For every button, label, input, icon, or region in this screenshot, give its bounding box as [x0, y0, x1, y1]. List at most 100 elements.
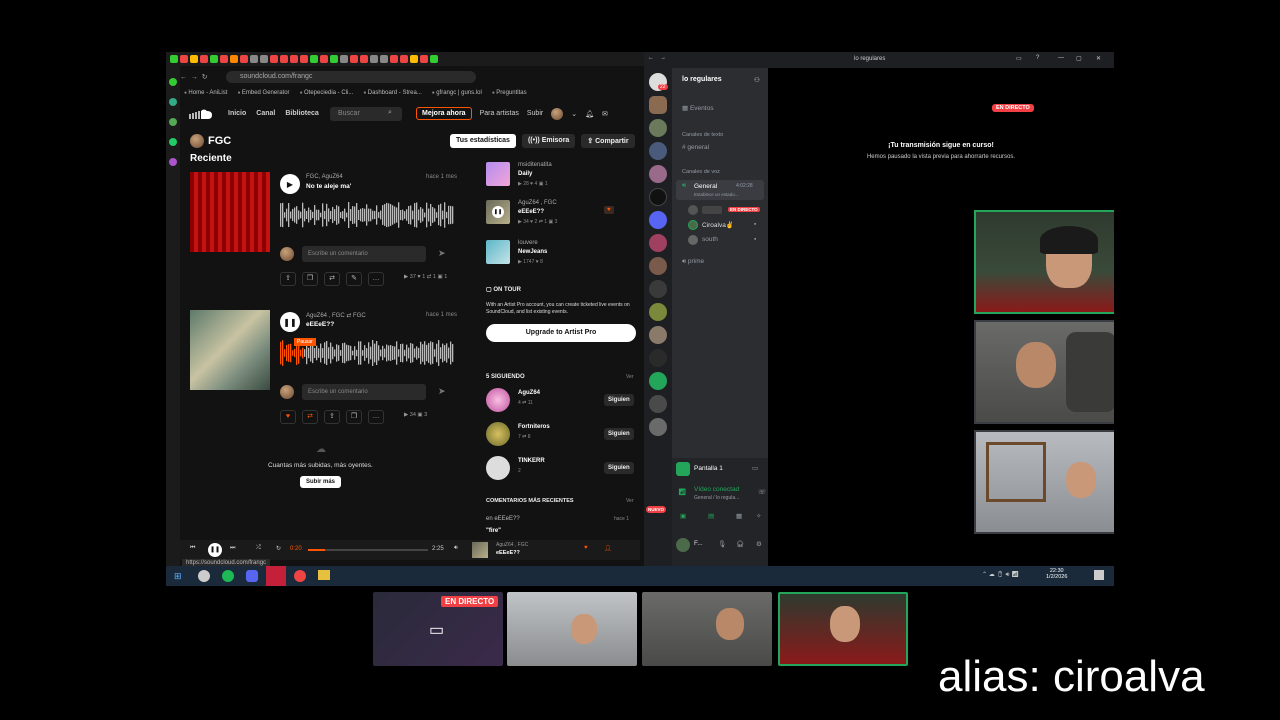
- tab-icon[interactable]: [390, 55, 398, 63]
- instagram-icon[interactable]: [169, 158, 177, 166]
- next-icon[interactable]: ⏭: [230, 545, 235, 552]
- user-initial[interactable]: F...: [694, 540, 703, 547]
- close-icon[interactable]: ✕: [1096, 55, 1101, 62]
- avatar[interactable]: [486, 388, 510, 412]
- tab-icon[interactable]: [250, 55, 258, 63]
- back-icon[interactable]: ←: [648, 55, 654, 61]
- now-playing-art[interactable]: [472, 542, 488, 558]
- server-icon[interactable]: [649, 372, 667, 390]
- windows-start-icon[interactable]: ⊞: [174, 571, 182, 582]
- bell-icon[interactable]: 🔔︎: [585, 110, 594, 118]
- clock[interactable]: 22:30 1/2/2026: [1046, 568, 1067, 580]
- repost-icon[interactable]: ⇄: [324, 272, 340, 286]
- tab-icon[interactable]: [260, 55, 268, 63]
- following-button[interactable]: Siguien: [604, 462, 634, 474]
- member-name[interactable]: Ciroalva✌: [702, 221, 734, 229]
- copy-icon[interactable]: ❐: [302, 272, 318, 286]
- camera-icon[interactable]: ▣: [680, 512, 686, 520]
- app-icon[interactable]: [198, 570, 210, 582]
- tab-icon[interactable]: [280, 55, 288, 63]
- webcam-feed[interactable]: [974, 320, 1114, 424]
- soundboard-icon[interactable]: ✧: [756, 512, 761, 520]
- notifications-icon[interactable]: [1094, 570, 1104, 580]
- nav-home[interactable]: Inicio: [228, 110, 246, 117]
- server-icon[interactable]: [649, 142, 667, 160]
- server-icon[interactable]: [649, 303, 667, 321]
- webcam-feed[interactable]: [974, 430, 1114, 534]
- track-artwork[interactable]: [190, 172, 270, 252]
- bookmark[interactable]: Home - AniList: [184, 90, 227, 96]
- participant-thumbnail-speaking[interactable]: [778, 592, 908, 666]
- liked-track[interactable]: msiditenatita Daily ▶ 28 ♥ 4 ▣ 1: [486, 162, 636, 192]
- following-button[interactable]: Siguien: [604, 394, 634, 406]
- upgrade-now-button[interactable]: Mejora ahora: [416, 107, 472, 120]
- bookmark[interactable]: gfrangc | guns.lol: [432, 90, 482, 96]
- participant-thumbnail[interactable]: [642, 592, 772, 666]
- server-icon[interactable]: [649, 119, 667, 137]
- track-title[interactable]: eEEeE??: [306, 321, 334, 328]
- tab-icon[interactable]: [290, 55, 298, 63]
- bookmark[interactable]: Otepeciedia - Cli...: [300, 90, 353, 96]
- repost-icon[interactable]: ⇄: [302, 410, 318, 424]
- tab-icon[interactable]: [310, 55, 318, 63]
- profile-avatar[interactable]: [190, 134, 204, 148]
- category-voice[interactable]: Canales de voz: [682, 169, 720, 175]
- volume-icon[interactable]: 🔊︎: [454, 545, 458, 552]
- mic-icon[interactable]: 🎙︎: [718, 540, 726, 548]
- tab-icon[interactable]: [420, 55, 428, 63]
- track-artwork[interactable]: [190, 310, 270, 390]
- participant-thumbnail[interactable]: [507, 592, 637, 666]
- tab-icon[interactable]: [430, 55, 438, 63]
- activities-icon[interactable]: ▦: [736, 512, 742, 520]
- tray-icons[interactable]: ⌃ ☁ 🔋︎ 🔊︎ 📶︎: [982, 571, 1019, 579]
- pause-button[interactable]: ❚❚: [280, 312, 300, 332]
- discord-icon[interactable]: [246, 570, 258, 582]
- soundcloud-logo-icon[interactable]: [188, 107, 214, 121]
- back-icon[interactable]: ←: [180, 74, 187, 81]
- comment-input[interactable]: Escribe un comentario: [302, 384, 426, 400]
- disconnect-icon[interactable]: ☏: [758, 488, 766, 496]
- webcam-feed[interactable]: [974, 210, 1114, 314]
- app-icon[interactable]: [266, 566, 286, 586]
- tab-icon[interactable]: [220, 55, 228, 63]
- video-path[interactable]: General / lo regula...: [694, 495, 739, 501]
- profile-name[interactable]: FGC: [208, 135, 231, 147]
- folder-icon[interactable]: [318, 570, 330, 580]
- help-icon[interactable]: ?: [1036, 55, 1039, 61]
- share-button[interactable]: ⇪ Compartir: [581, 134, 635, 148]
- spotify-icon[interactable]: [222, 570, 234, 582]
- server-icon[interactable]: [649, 418, 667, 436]
- tab-icon[interactable]: [400, 55, 408, 63]
- following-name[interactable]: AguZ64: [518, 390, 540, 396]
- nav-library[interactable]: Biblioteca: [285, 110, 318, 117]
- now-playing-artist[interactable]: AguZ64 , FGC: [496, 542, 528, 548]
- tab-icon[interactable]: [170, 55, 178, 63]
- chevron-down-icon[interactable]: ⌄: [571, 110, 577, 118]
- events-item[interactable]: ▦ Eventos: [682, 104, 713, 112]
- pause-button[interactable]: ❚❚: [208, 543, 222, 557]
- user-avatar[interactable]: [676, 538, 690, 552]
- waveform[interactable]: [280, 200, 455, 230]
- tab-icon[interactable]: [380, 55, 388, 63]
- more-icon[interactable]: …: [368, 410, 384, 424]
- following-button[interactable]: Siguien: [604, 428, 634, 440]
- stream-thumbnail[interactable]: EN DIRECTO ▭: [373, 592, 503, 666]
- progress-track[interactable]: [308, 549, 428, 551]
- share-icon[interactable]: ⇪: [324, 410, 340, 424]
- search-icon[interactable]: ⌕: [388, 109, 392, 117]
- server-icon[interactable]: [649, 326, 667, 344]
- sidebar-app-icon[interactable]: [169, 98, 177, 106]
- tab-icon[interactable]: [410, 55, 418, 63]
- sidebar-app-icon[interactable]: [169, 118, 177, 126]
- browser-tabstrip[interactable]: [166, 52, 644, 66]
- tab-icon[interactable]: [190, 55, 198, 63]
- track-title[interactable]: No te aleje ma': [306, 183, 351, 190]
- headphones-icon[interactable]: 🎧︎: [736, 540, 744, 548]
- station-button[interactable]: ((•)) Emisora: [521, 134, 576, 148]
- sidebar-app-icon[interactable]: [169, 78, 177, 86]
- forward-icon[interactable]: →: [191, 74, 198, 81]
- tab-icon[interactable]: [360, 55, 368, 63]
- server-icon[interactable]: [649, 349, 667, 367]
- maximize-icon[interactable]: ▢: [1076, 55, 1082, 62]
- add-friend-icon[interactable]: ⚇: [754, 76, 760, 84]
